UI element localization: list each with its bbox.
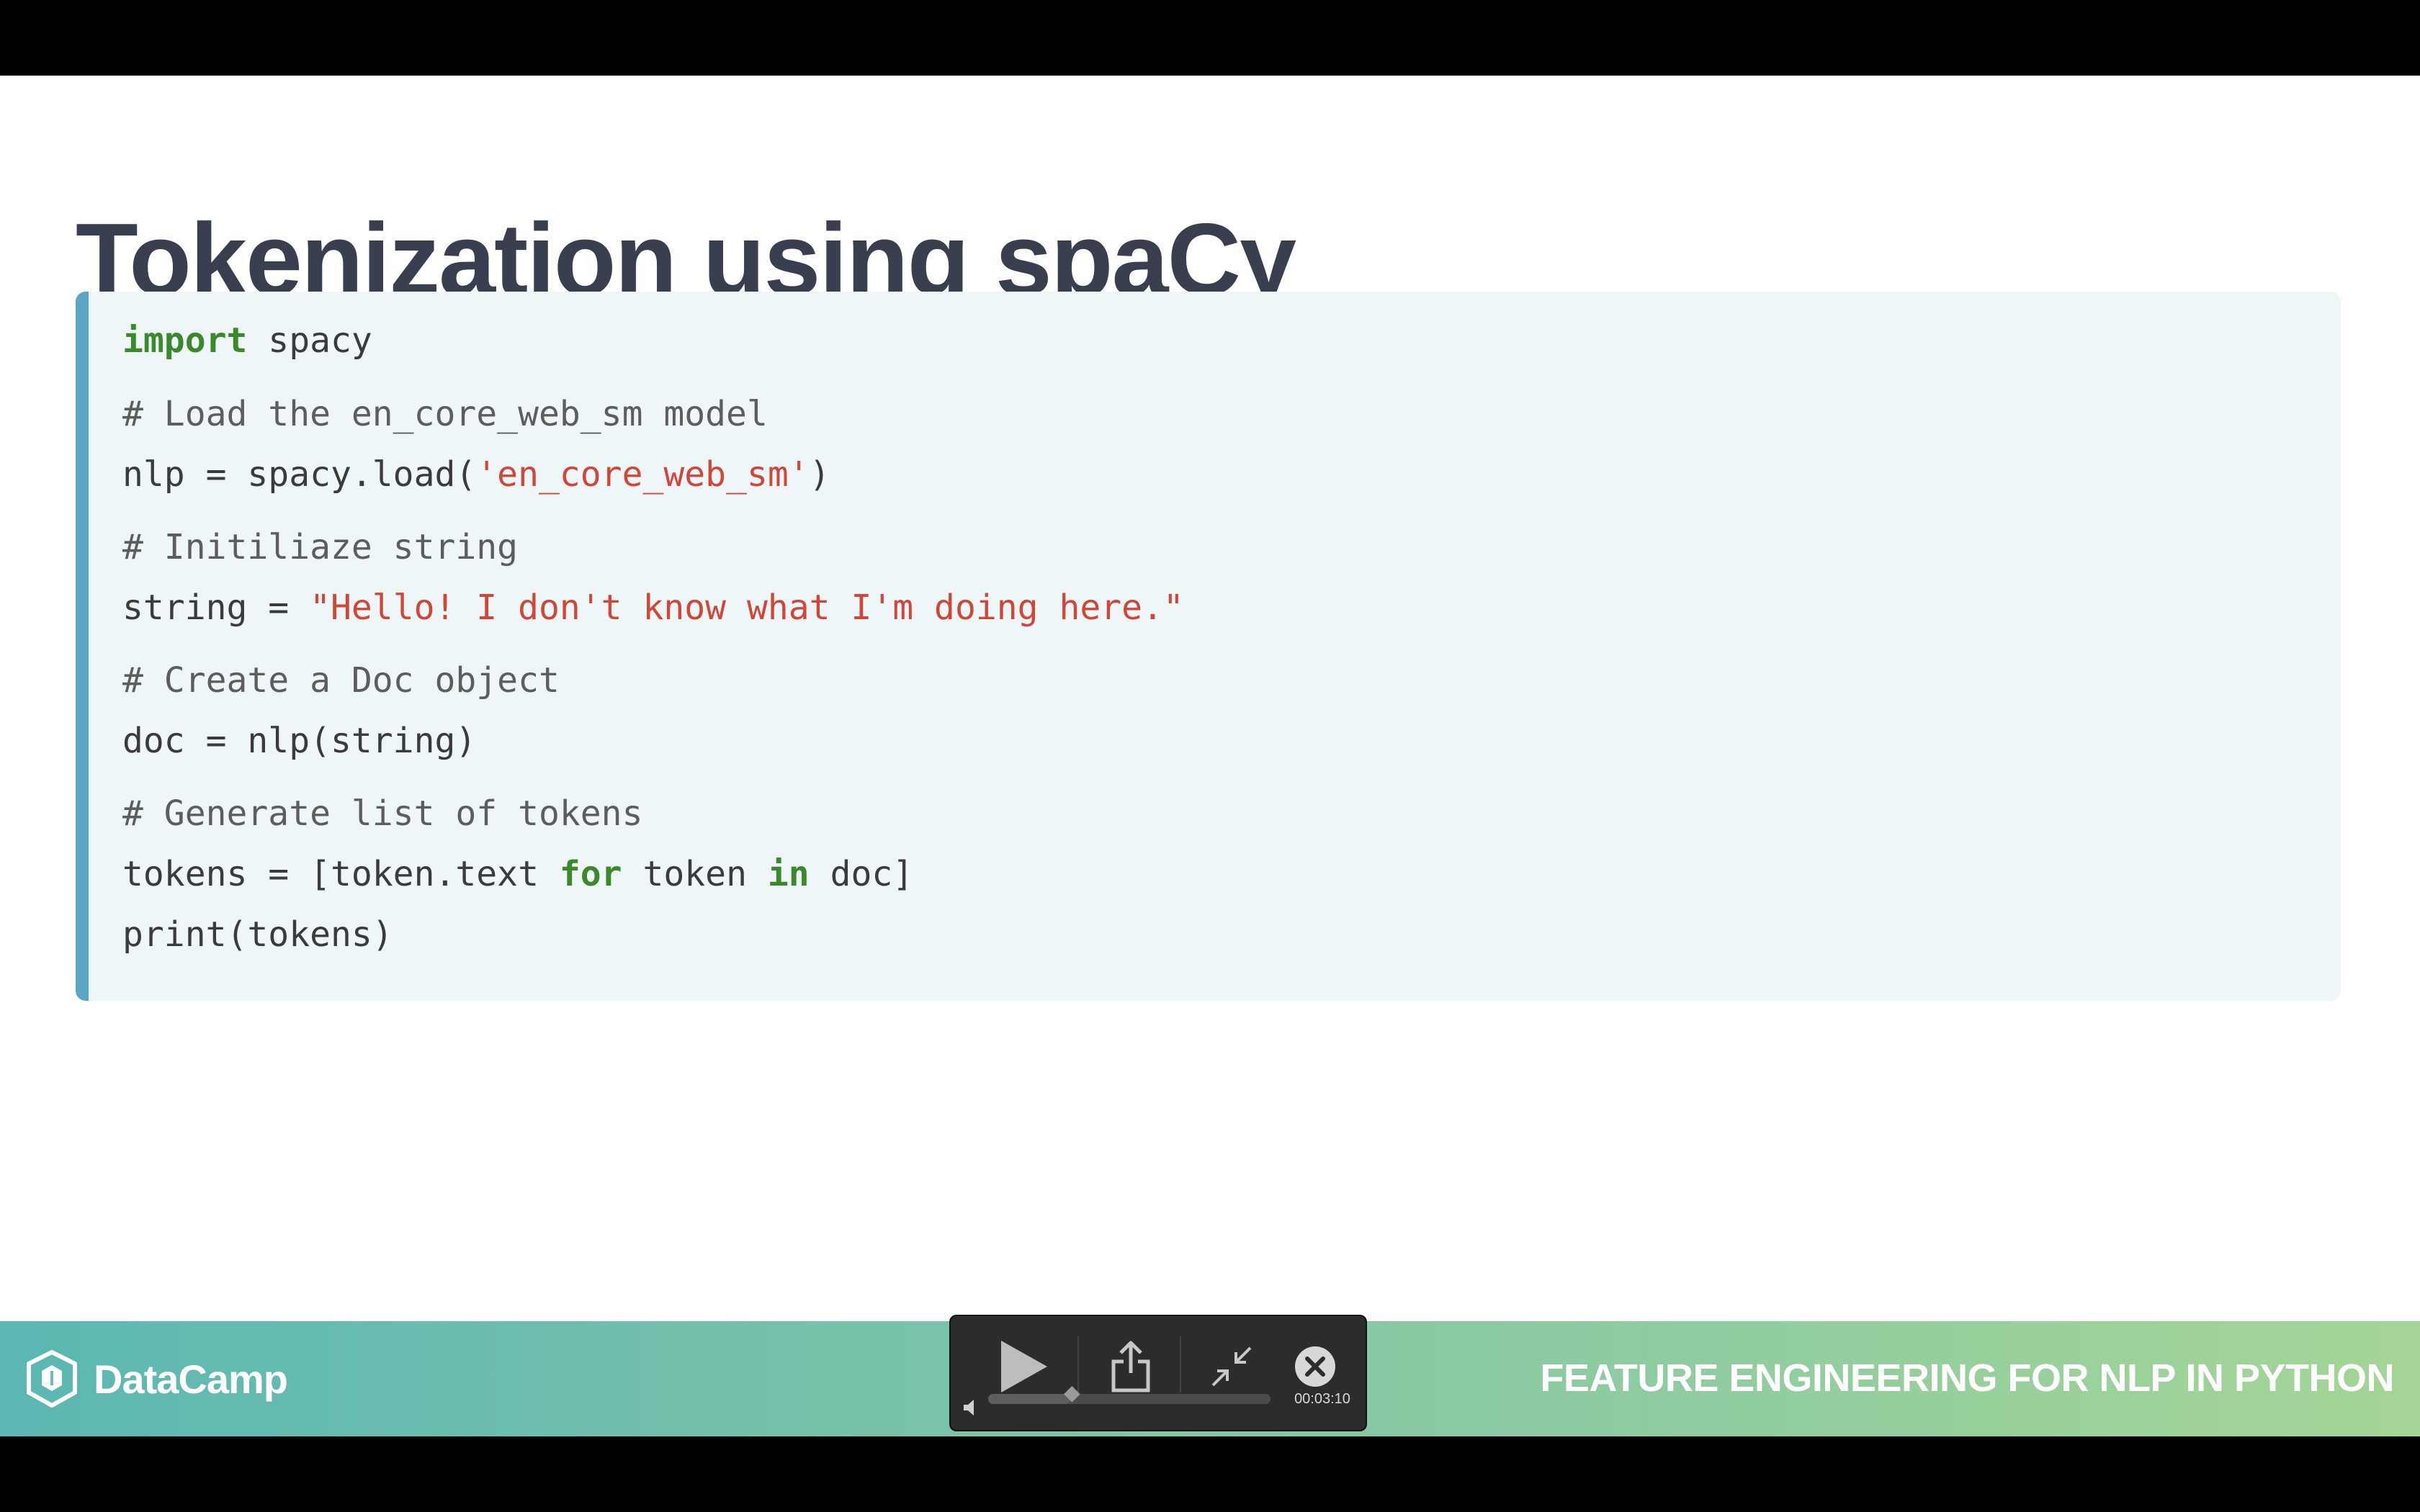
close-button[interactable] [1285,1336,1345,1397]
code-line: # Initiliaze string [122,526,518,569]
close-icon [1295,1346,1335,1387]
progress-bar[interactable] [988,1386,1270,1404]
slide: Tokenization using spaCy import spacy # … [0,76,2420,1436]
share-button[interactable] [1095,1331,1167,1403]
code-line: # Generate list of tokens [122,792,642,835]
code-token: ) [809,454,830,495]
brand: DataCamp [24,1350,288,1408]
code-token: nlp = spacy.load( [122,454,477,495]
code-token: token [622,854,768,894]
exit-fullscreen-button[interactable] [1196,1331,1268,1403]
code-token: # Generate list of tokens [122,793,643,834]
code-line: import spacy [122,319,372,362]
play-icon [1001,1341,1047,1392]
play-button[interactable] [980,1331,1066,1403]
video-player-controls: 00:03:10 [951,1316,1366,1430]
code-token: # Load the en_core_web_sm model [122,394,768,434]
code-token: import [122,320,248,361]
divider [1077,1336,1079,1392]
code-token: doc] [809,854,914,894]
code-token: in [767,854,810,894]
playback-time: 00:03:10 [1294,1391,1350,1407]
code-block: import spacy # Load the en_core_web_sm m… [76,292,2341,1001]
code-token: spacy [247,320,372,361]
code-line: nlp = spacy.load('en_core_web_sm') [122,453,830,496]
code-line: tokens = [token.text for token in doc] [122,852,913,896]
share-icon [1111,1341,1150,1392]
code-token: for [559,854,622,894]
code-token: doc = nlp(string) [122,721,477,761]
datacamp-logo-icon [27,1350,77,1408]
exit-fullscreen-icon [1211,1346,1252,1387]
code-token: string = [122,588,310,628]
code-token: "Hello! I don't know what I'm doing here… [310,588,1184,628]
code-token: 'en_core_web_sm' [476,454,810,495]
code-token: print(tokens) [122,914,393,955]
code-line: doc = nlp(string) [122,719,476,762]
code-token: # Initiliaze string [122,527,519,567]
code-line: string = "Hello! I don't know what I'm d… [122,586,1184,629]
progress-fill [988,1394,1070,1404]
divider [1180,1336,1181,1392]
code-line: print(tokens) [122,913,393,956]
code-token: tokens = [token.text [122,854,560,894]
code-token: # Create a Doc object [122,660,560,701]
volume-icon [964,1400,974,1416]
volume-button[interactable] [961,1397,982,1418]
code-line: # Load the en_core_web_sm model [122,392,768,436]
brand-name: DataCamp [94,1356,288,1402]
course-name: FEATURE ENGINEERING FOR NLP IN PYTHON [1540,1356,2394,1400]
code-line: # Create a Doc object [122,659,560,702]
